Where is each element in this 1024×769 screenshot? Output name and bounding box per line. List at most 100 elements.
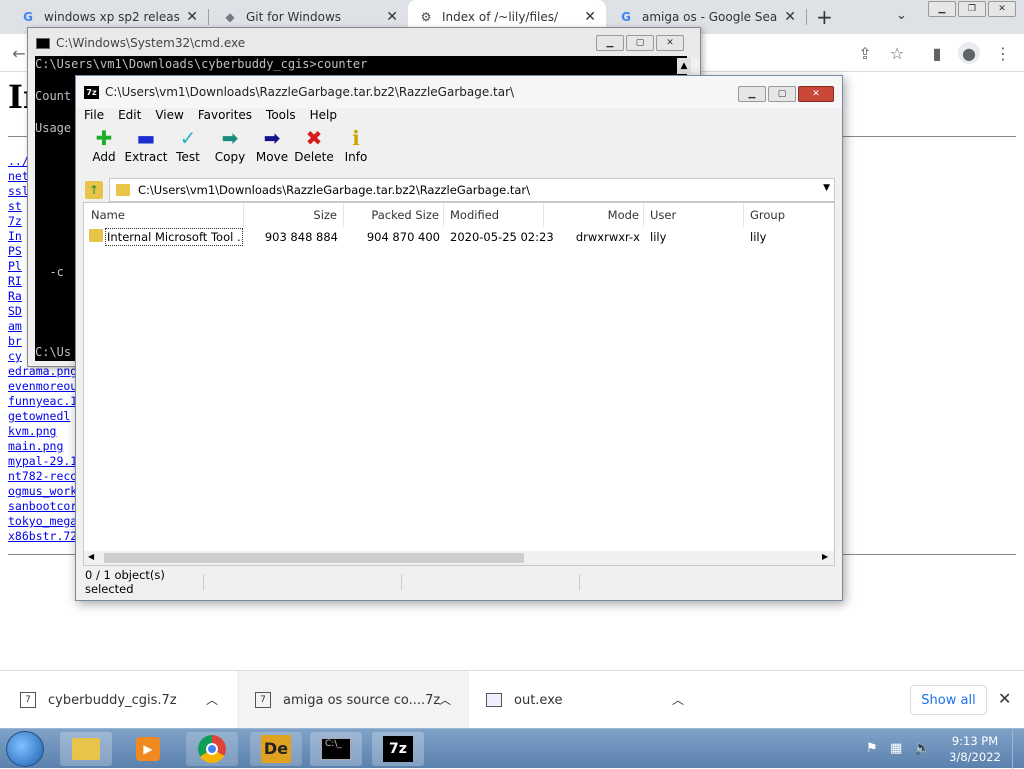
row-name[interactable]: Internal Microsoft Tool ... — [105, 228, 243, 246]
file-link[interactable]: mypal-29.1 — [8, 454, 77, 469]
chevron-up-icon[interactable]: ︿ — [206, 691, 218, 708]
folder-icon — [116, 184, 130, 196]
col-user[interactable]: User — [644, 203, 744, 227]
chevron-up-icon[interactable]: ︿ — [672, 691, 684, 708]
file-link[interactable]: kvm.png — [8, 424, 77, 439]
scroll-right-icon[interactable]: ▶ — [822, 552, 828, 561]
google-icon: G — [23, 10, 33, 24]
maximize-icon[interactable]: ▢ — [768, 86, 796, 102]
delete-button[interactable]: ✖ Delete — [293, 126, 335, 172]
up-folder-icon[interactable]: ↑ — [85, 181, 103, 199]
menu-edit[interactable]: Edit — [118, 108, 141, 122]
test-button[interactable]: ✓ Test — [167, 126, 209, 172]
console-line: C:\Users\vm1\Downloads\cyberbuddy_cgis>c… — [35, 57, 368, 71]
download-item[interactable]: 7 cyberbuddy_cgis.7z ︿ — [0, 671, 236, 729]
download-name: amiga os source co....7z — [283, 692, 441, 708]
volume-icon[interactable]: 🔈 — [914, 741, 930, 756]
chevron-down-icon[interactable]: ▼ — [823, 183, 830, 193]
move-button[interactable]: ➡ Move — [251, 126, 293, 172]
close-icon[interactable]: ✕ — [584, 9, 596, 25]
media-player-taskbar-icon[interactable]: ▶ — [122, 732, 174, 766]
file-link[interactable]: ogmus_work — [8, 484, 77, 499]
minimize-icon[interactable]: ▁ — [738, 86, 766, 102]
tab-search-chevron-icon[interactable]: ⌄ — [896, 8, 907, 23]
sevenzip-taskbar-icon[interactable]: 7z — [372, 732, 424, 766]
exe-file-icon — [486, 693, 502, 707]
menu-file[interactable]: File — [84, 108, 104, 122]
scroll-up-icon[interactable]: ▲ — [677, 58, 691, 74]
col-packed-size[interactable]: Packed Size — [344, 203, 444, 227]
scroll-left-icon[interactable]: ◀ — [88, 552, 94, 561]
info-button[interactable]: ℹ Info — [335, 126, 377, 172]
col-name[interactable]: Name — [84, 203, 244, 227]
close-icon[interactable]: ✕ — [998, 689, 1011, 708]
maximize-icon[interactable]: ▢ — [626, 35, 654, 51]
close-icon[interactable]: ✕ — [386, 9, 398, 25]
row-group: lily — [750, 230, 767, 244]
minimize-icon[interactable]: ▁ — [928, 1, 956, 17]
file-link[interactable]: tokyo_mega — [8, 514, 77, 529]
horizontal-scrollbar[interactable]: ◀ ▶ — [84, 551, 834, 565]
minimize-icon[interactable]: ▁ — [596, 35, 624, 51]
file-link[interactable]: main.png — [8, 439, 77, 454]
menu-tools[interactable]: Tools — [266, 108, 296, 122]
col-size[interactable]: Size — [244, 203, 344, 227]
cmd-taskbar-icon[interactable]: C:\_ — [310, 732, 362, 766]
start-button[interactable] — [6, 731, 44, 767]
close-icon[interactable]: ✕ — [988, 1, 1016, 17]
clock[interactable]: 9:13 PM 3/8/2022 — [944, 733, 1006, 765]
col-modified[interactable]: Modified — [444, 203, 544, 227]
col-group[interactable]: Group — [744, 203, 834, 227]
gear-icon: ⚙ — [420, 10, 432, 24]
restore-icon[interactable]: ❐ — [958, 1, 986, 17]
folder-icon — [89, 229, 103, 242]
profile-avatar-icon[interactable]: ● — [958, 42, 980, 64]
action-center-icon[interactable]: ⚑ — [866, 741, 878, 756]
col-mode[interactable]: Mode — [544, 203, 644, 227]
close-icon[interactable]: ✕ — [186, 9, 198, 25]
chevron-up-icon[interactable]: ︿ — [439, 691, 451, 708]
info-label: Info — [344, 150, 368, 164]
download-item[interactable]: out.exe ︿ — [470, 671, 702, 729]
dependency-walker-taskbar-icon[interactable]: De — [250, 732, 302, 766]
file-link[interactable]: nt782-reco — [8, 469, 77, 484]
add-button[interactable]: ✚ Add — [83, 126, 125, 172]
tab-title: Git for Windows — [246, 10, 342, 24]
menu-favorites[interactable]: Favorites — [198, 108, 252, 122]
close-icon[interactable]: ✕ — [798, 86, 834, 102]
menu-view[interactable]: View — [155, 108, 183, 122]
sevenzip-titlebar[interactable]: 7z C:\Users\vm1\Downloads\RazzleGarbage.… — [76, 76, 842, 108]
address-row: ↑ C:\Users\vm1\Downloads\RazzleGarbage.t… — [83, 178, 835, 202]
archive-file-icon: 7 — [255, 692, 271, 708]
star-icon[interactable]: ☆ — [886, 42, 908, 64]
share-icon[interactable]: ⇪ — [854, 42, 876, 64]
new-tab-plus-icon[interactable]: + — [816, 5, 833, 29]
show-all-button[interactable]: Show all — [910, 685, 987, 715]
file-link[interactable]: evenmoreou — [8, 379, 77, 394]
menu-help[interactable]: Help — [310, 108, 337, 122]
chrome-taskbar-icon[interactable] — [186, 732, 238, 766]
address-bar[interactable]: C:\Users\vm1\Downloads\RazzleGarbage.tar… — [109, 178, 835, 202]
file-link[interactable]: funnyeac.1 — [8, 394, 77, 409]
copy-button[interactable]: ➡ Copy — [209, 126, 251, 172]
menu-kebab-icon[interactable]: ⋮ — [992, 42, 1014, 64]
file-link[interactable]: x86bstr.72 — [8, 529, 77, 544]
explorer-taskbar-icon[interactable] — [60, 732, 112, 766]
sevenzip-window[interactable]: 7z C:\Users\vm1\Downloads\RazzleGarbage.… — [75, 75, 843, 601]
download-item[interactable]: 7 amiga os source co....7z ︿ — [237, 671, 469, 729]
browser-window-controls: ▁ ❐ ✕ — [928, 1, 1016, 17]
taskbar: ▶ De C:\_ 7z ⚑ ▦ 🔈 9:13 PM 3/8/2022 — [0, 728, 1024, 769]
close-icon[interactable]: ✕ — [656, 35, 684, 51]
file-link[interactable]: getownedl — [8, 409, 77, 424]
delete-label: Delete — [294, 150, 334, 164]
side-panel-icon[interactable]: ▮ — [926, 42, 948, 64]
sevenzip-app-icon: 7z — [84, 85, 99, 99]
close-icon[interactable]: ✕ — [784, 9, 796, 25]
plus-icon: ✚ — [95, 126, 113, 150]
show-desktop-button[interactable] — [1012, 729, 1024, 769]
network-icon[interactable]: ▦ — [890, 741, 902, 756]
extract-button[interactable]: ▬ Extract — [125, 126, 168, 172]
clock-date: 3/8/2022 — [949, 750, 1001, 764]
scrollbar-thumb[interactable] — [104, 553, 524, 563]
file-link[interactable]: sanbootcor — [8, 499, 77, 514]
